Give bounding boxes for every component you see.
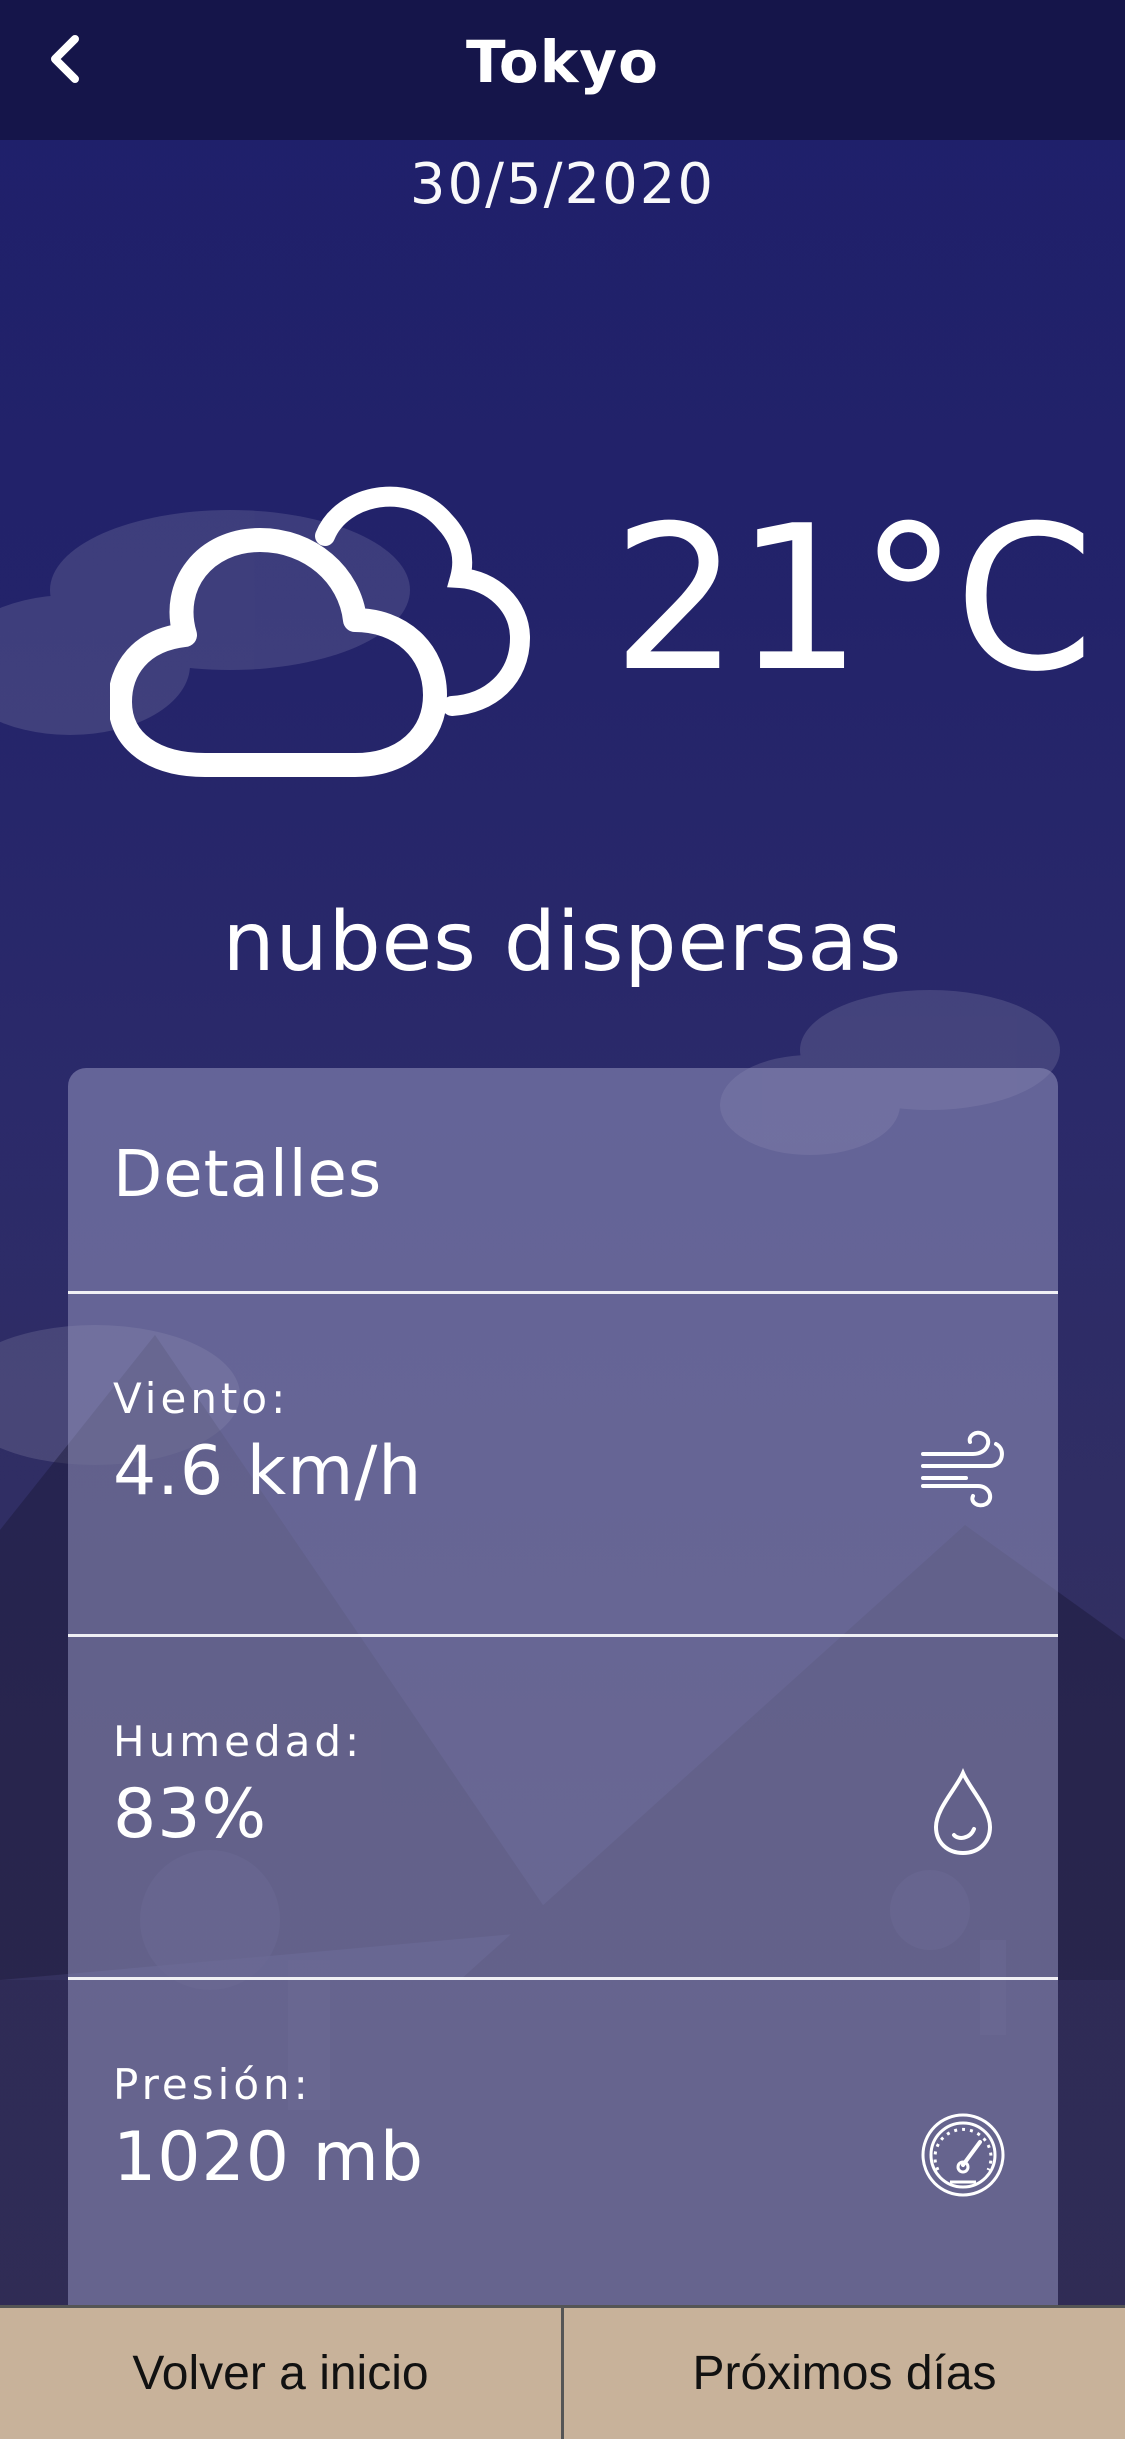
scattered-clouds-icon — [110, 486, 531, 777]
current-temperature: 21°C — [612, 483, 1094, 716]
wind-value: 4.6 km/h — [113, 1432, 423, 1511]
forecast-date: 30/5/2020 — [409, 152, 716, 217]
detail-row-pressure: Presión: 1020 mb — [68, 1980, 1058, 2308]
detail-row-wind: Viento: 4.6 km/h — [68, 1294, 1058, 1634]
wind-label: Viento: — [113, 1374, 290, 1423]
weather-description: nubes dispersas — [222, 895, 903, 990]
wind-icon — [921, 1430, 1004, 1508]
pressure-label: Presión: — [113, 2060, 312, 2109]
next-days-button[interactable]: Próximos días — [561, 2308, 1125, 2439]
humidity-drop-icon — [933, 1768, 993, 1856]
details-card: Detalles Viento: 4.6 km/h Humedad: 83% P… — [68, 1068, 1058, 2308]
detail-row-humidity: Humedad: 83% — [68, 1637, 1058, 1977]
app-bar: Tokyo — [0, 0, 1125, 140]
humidity-label: Humedad: — [113, 1717, 364, 1766]
pressure-value: 1020 mb — [113, 2118, 425, 2197]
humidity-value: 83% — [113, 1775, 268, 1854]
home-button[interactable]: Volver a inicio — [0, 2308, 561, 2439]
city-title: Tokyo — [466, 28, 659, 96]
bottom-navigation: Volver a inicio Próximos días — [0, 2305, 1125, 2439]
pressure-gauge-icon — [921, 2113, 1005, 2197]
details-title: Detalles — [113, 1138, 383, 1212]
